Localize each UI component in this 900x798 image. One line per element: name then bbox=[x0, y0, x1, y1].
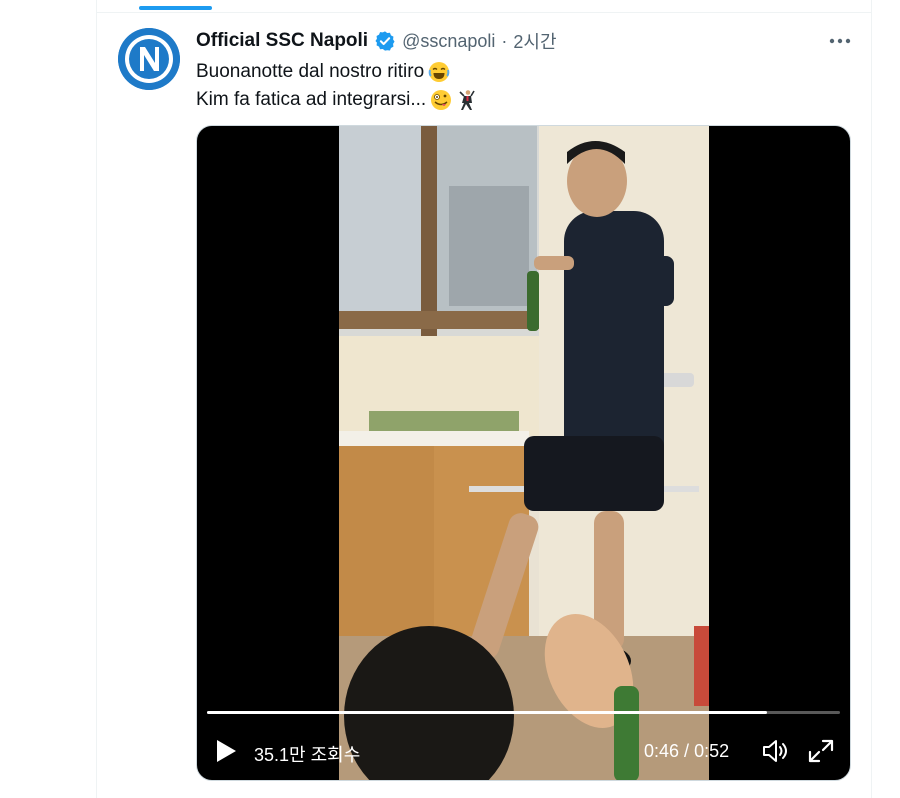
video-player[interactable]: 35.1만 조회수 0:46 / 0:52 bbox=[196, 125, 851, 781]
video-frame bbox=[339, 126, 709, 780]
time-separator: / bbox=[679, 741, 695, 761]
active-tab-indicator bbox=[139, 6, 212, 10]
view-count: 35.1만 조회수 bbox=[254, 745, 361, 765]
timeline-column-right-border bbox=[871, 0, 872, 798]
video-duration: 0:52 bbox=[694, 741, 730, 761]
author-handle[interactable]: @sscnapoli bbox=[402, 31, 495, 52]
tweet-timestamp[interactable]: 2시간 bbox=[513, 28, 556, 54]
video-progress-bar[interactable] bbox=[207, 711, 840, 714]
header-separator: · bbox=[501, 30, 508, 51]
avatar[interactable] bbox=[118, 28, 180, 90]
more-horizontal-icon[interactable] bbox=[828, 31, 852, 51]
video-progress-fill bbox=[207, 711, 768, 714]
tweet-text: Buonanotte dal nostro ritiro Kim fa fati… bbox=[196, 58, 478, 114]
play-icon[interactable] bbox=[213, 737, 239, 765]
man-dancing-emoji bbox=[459, 90, 475, 110]
tweet-line-1: Buonanotte dal nostro ritiro bbox=[196, 61, 425, 82]
volume-icon[interactable] bbox=[761, 738, 789, 764]
tweet-header: Official SSC Napoli @sscnapoli · 2시간 bbox=[196, 28, 557, 54]
tweet-divider bbox=[96, 12, 871, 13]
timeline-column-left-border bbox=[96, 0, 97, 798]
napoli-logo bbox=[118, 28, 180, 90]
current-time: 0:46 bbox=[644, 741, 680, 761]
verified-badge-icon bbox=[375, 31, 395, 51]
fullscreen-icon[interactable] bbox=[807, 738, 835, 764]
video-timecode: 0:46 / 0:52 bbox=[644, 741, 729, 762]
video-controls: 35.1만 조회수 0:46 / 0:52 bbox=[197, 731, 850, 771]
author-name[interactable]: Official SSC Napoli bbox=[196, 30, 368, 52]
zany-face-emoji bbox=[431, 90, 452, 110]
face-with-tears-of-joy-emoji bbox=[428, 62, 450, 82]
tweet-line-2: Kim fa fatica ad integrarsi... bbox=[196, 89, 427, 110]
